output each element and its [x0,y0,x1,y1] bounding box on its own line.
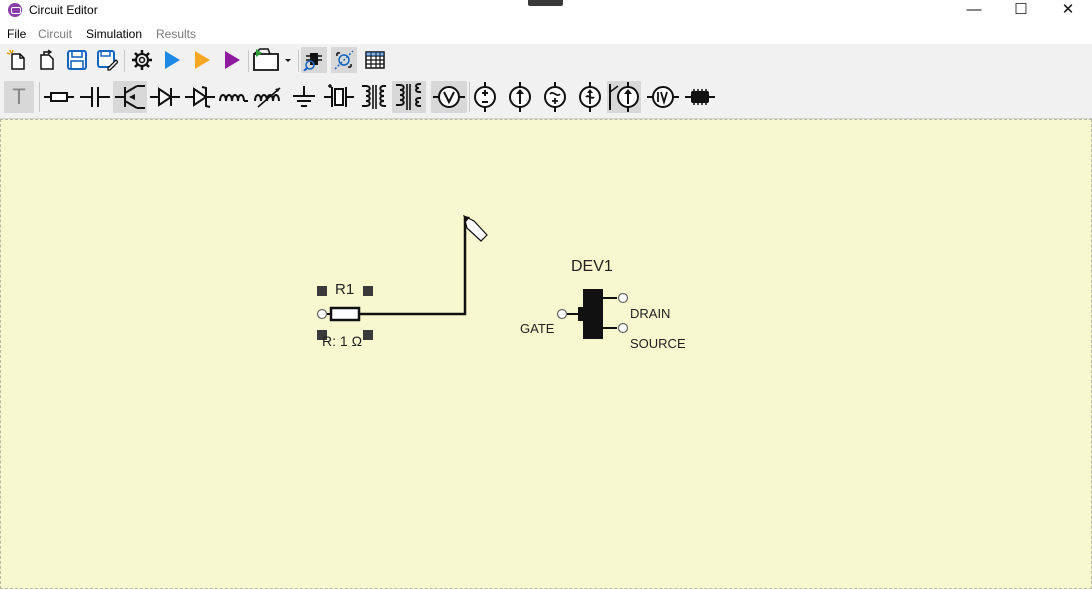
title-bar: Circuit Editor — ☐ ✕ [0,0,1092,22]
crystal-icon[interactable] [322,81,356,113]
transformer-icon[interactable] [358,81,390,113]
main-toolbar [0,44,1092,76]
settings-icon[interactable] [130,48,154,72]
inductor-icon[interactable] [218,81,250,113]
transformer-3-icon[interactable] [392,81,426,113]
maximize-button[interactable]: ☐ [998,0,1044,22]
resistor-value-label: R: 1 Ω [322,333,363,349]
chip-icon[interactable] [684,81,716,113]
pen-cursor-icon [463,214,488,242]
text-tool-button[interactable]: T [4,81,34,113]
export-icon[interactable] [252,46,294,74]
current-source-icon[interactable] [506,81,534,113]
measure-icon[interactable] [331,47,357,73]
selection-handle-bottom-right[interactable] [363,330,373,340]
toolbar-separator [469,82,470,112]
resistor-left-pin[interactable] [316,308,328,320]
minimize-button[interactable]: — [951,0,997,22]
device-name-label: DEV1 [571,258,613,275]
voltmeter-icon[interactable] [431,81,467,113]
zener-diode-icon[interactable] [184,81,216,113]
toolbar-separator [298,50,299,72]
variable-inductor-icon[interactable] [253,81,285,113]
ac-source-icon[interactable] [541,81,569,113]
snap-layout-bar[interactable] [528,0,563,6]
new-file-icon[interactable] [5,48,29,72]
ground-icon[interactable] [288,81,320,113]
window-title: Circuit Editor [29,3,98,17]
selection-handle-top-right[interactable] [363,286,373,296]
toolbar-separator [124,50,125,72]
drain-pin[interactable] [617,292,629,304]
toolbar-separator [39,82,40,112]
resistor-symbol[interactable] [316,306,361,322]
menu-circuit[interactable]: Circuit [38,27,72,41]
component-toolbar: T [0,76,1092,119]
save-icon[interactable] [65,48,89,72]
resistor-name-label: R1 [335,281,355,298]
drain-label: DRAIN [630,306,671,321]
close-button[interactable]: ✕ [1045,0,1091,22]
open-file-icon[interactable] [35,48,59,72]
step-simulation-icon[interactable] [220,48,244,72]
switch-source-icon[interactable] [607,81,641,113]
toolbar-separator [248,50,249,72]
dependent-source-icon[interactable] [576,81,604,113]
menu-file[interactable]: File [7,27,26,41]
iv-meter-icon[interactable] [647,81,679,113]
capacitor-icon[interactable] [79,81,111,113]
transistor-icon[interactable] [113,81,147,113]
source-pin[interactable] [617,322,629,334]
circuit-drawing [316,214,629,339]
probe-icon[interactable] [301,47,327,73]
transistor-symbol[interactable] [556,289,629,339]
pause-simulation-icon[interactable] [190,48,214,72]
gate-pin[interactable] [556,308,568,320]
table-icon[interactable] [362,47,388,73]
app-icon [8,3,22,17]
diode-icon[interactable] [149,81,181,113]
resistor-icon[interactable] [43,81,75,113]
menu-bar: File Circuit Simulation Results [0,26,1092,44]
circuit-canvas[interactable]: R1 R: 1 Ω DEV1 GATE DRAIN SOURCE [0,119,1092,589]
run-simulation-icon[interactable] [160,48,184,72]
menu-simulation[interactable]: Simulation [86,27,142,41]
save-as-icon[interactable] [95,48,119,72]
gate-label: GATE [520,321,555,336]
voltage-source-icon[interactable] [471,81,499,113]
wire[interactable] [359,218,467,316]
menu-results[interactable]: Results [156,27,196,41]
source-label: SOURCE [630,336,686,351]
selection-handle-top-left[interactable] [317,286,327,296]
